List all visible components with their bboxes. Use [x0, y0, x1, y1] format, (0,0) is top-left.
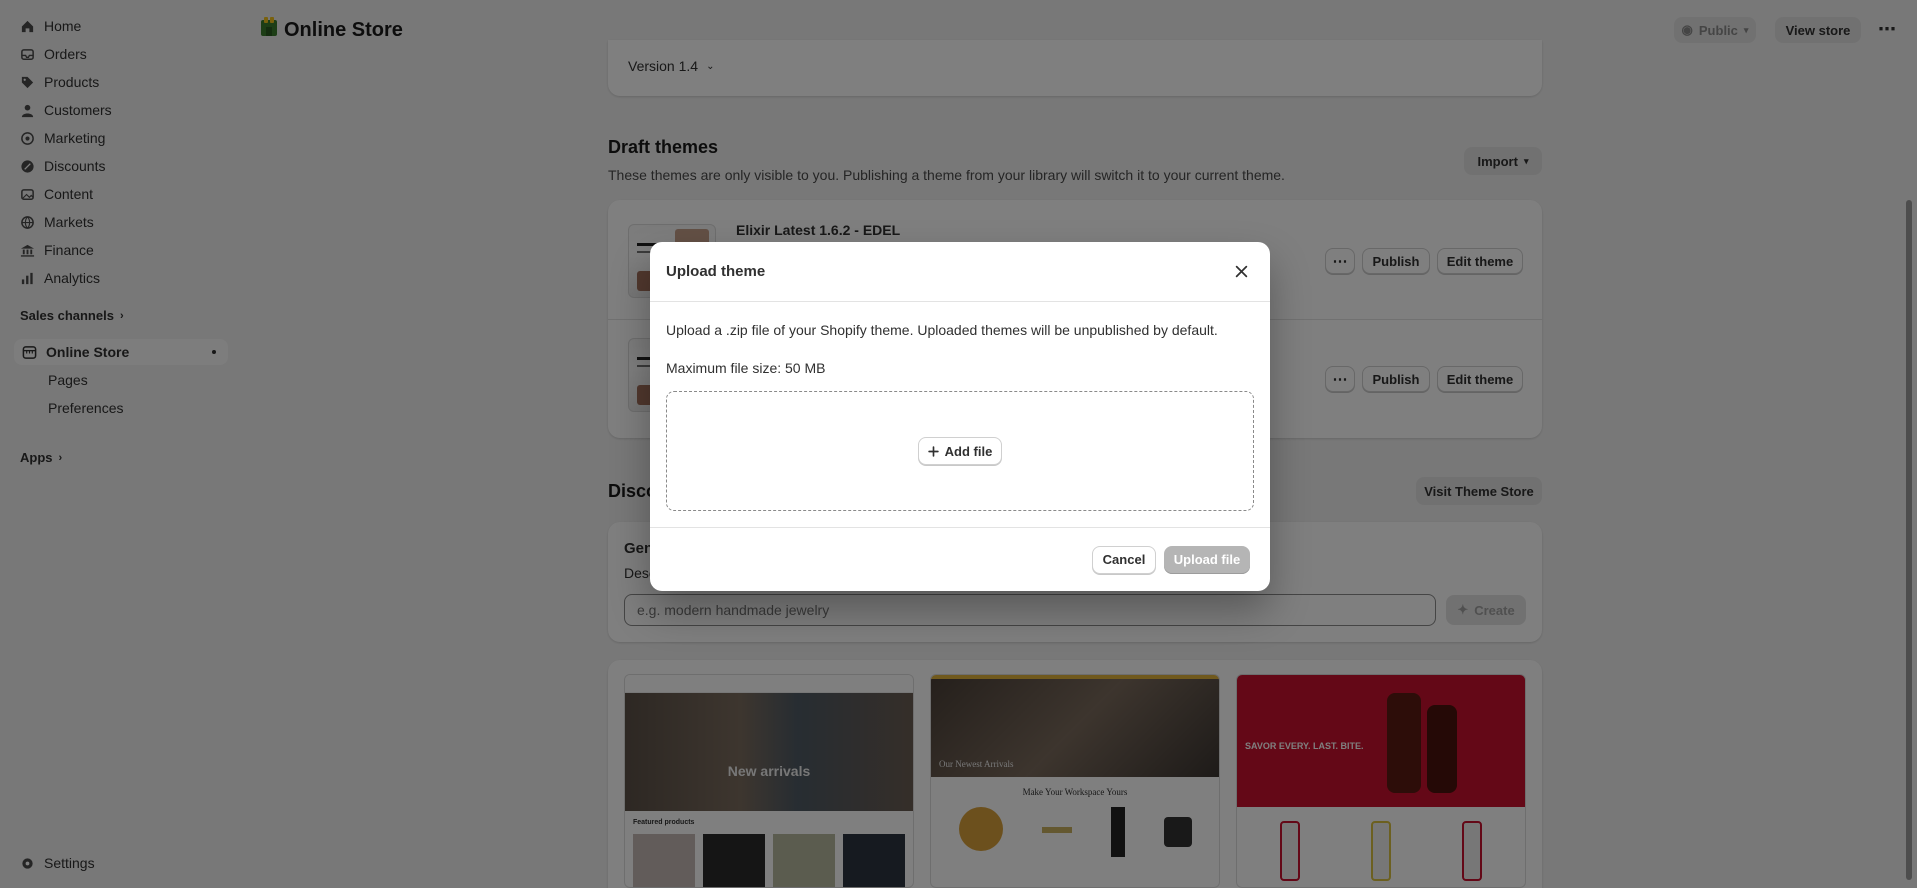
close-icon — [1235, 265, 1247, 278]
cancel-button[interactable]: Cancel — [1092, 545, 1156, 574]
modal-body: Upload a .zip file of your Shopify theme… — [650, 302, 1270, 528]
add-file-button[interactable]: Add file — [918, 437, 1002, 465]
modal-footer: Cancel Upload file — [650, 528, 1270, 591]
upload-theme-modal: Upload theme Upload a .zip file of your … — [650, 242, 1270, 591]
file-dropzone[interactable]: Add file — [666, 391, 1254, 511]
modal-header: Upload theme — [650, 242, 1270, 302]
max-file-size: Maximum file size: 50 MB — [666, 360, 826, 376]
close-button[interactable] — [1228, 259, 1254, 285]
add-file-label: Add file — [944, 443, 993, 459]
modal-title: Upload theme — [666, 263, 766, 280]
plus-icon — [927, 445, 939, 457]
upload-file-button[interactable]: Upload file — [1164, 545, 1250, 574]
modal-description: Upload a .zip file of your Shopify theme… — [666, 322, 1218, 338]
